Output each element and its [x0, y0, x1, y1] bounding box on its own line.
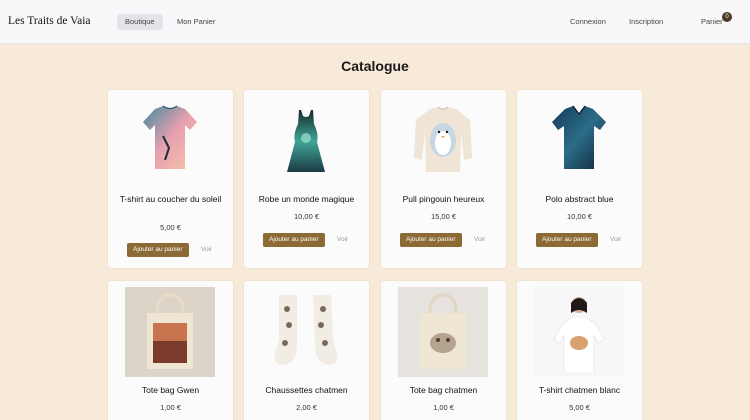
product-name: T-shirt au coucher du soleil: [119, 194, 222, 204]
product-name: Tote bag Gwen: [141, 385, 200, 395]
tote-bag-chatmen-image: [398, 287, 488, 377]
nav-mon-panier[interactable]: Mon Panier: [177, 14, 215, 30]
product-name: Robe un monde magique: [258, 194, 355, 204]
penguin-sweater-image: [414, 106, 472, 172]
product-card[interactable]: Tote bag Gwen 1,00 €: [108, 281, 233, 420]
product-name: Polo abstract blue: [545, 194, 614, 204]
add-to-cart-button[interactable]: Ajouter au panier: [536, 233, 598, 247]
nav-boutique[interactable]: Boutique: [117, 14, 163, 30]
add-to-cart-button[interactable]: Ajouter au panier: [263, 233, 325, 247]
brand-logo[interactable]: Les Traits de Vaia: [8, 15, 91, 27]
product-name: Tote bag chatmen: [409, 385, 478, 395]
product-price: 5,00 €: [569, 403, 590, 412]
product-price: 10,00 €: [566, 212, 593, 221]
product-price: 2,00 €: [296, 403, 317, 412]
socks-chatmen-image: [274, 295, 338, 365]
dress-magic-world-image: [287, 110, 325, 172]
product-card[interactable]: Pull pingouin heureux 15,00 € Ajouter au…: [381, 90, 506, 268]
tshirt-chatmen-white-image: [534, 287, 624, 377]
product-name: Chaussettes chatmen: [265, 385, 348, 395]
product-name: Pull pingouin heureux: [402, 194, 485, 204]
add-to-cart-button[interactable]: Ajouter au panier: [127, 243, 189, 257]
nav-panier[interactable]: Panier: [701, 14, 723, 30]
polo-abstract-blue-image: [552, 105, 606, 169]
product-card[interactable]: Robe un monde magique 10,00 € Ajouter au…: [244, 90, 369, 268]
cart-count-badge: 0: [722, 12, 732, 22]
product-price: 10,00 €: [293, 212, 320, 221]
product-name: T-shirt chatmen blanc: [538, 385, 621, 395]
top-navbar: Les Traits de Vaia Boutique Mon Panier C…: [0, 0, 750, 44]
view-product-link[interactable]: Voir: [337, 233, 348, 247]
tshirt-sunset-image: [143, 105, 197, 169]
view-product-link[interactable]: Voir: [474, 233, 485, 247]
add-to-cart-button[interactable]: Ajouter au panier: [400, 233, 462, 247]
view-product-link[interactable]: Voir: [201, 243, 212, 257]
product-price: 15,00 €: [430, 212, 457, 221]
product-price: 5,00 €: [160, 223, 181, 232]
product-card[interactable]: Polo abstract blue 10,00 € Ajouter au pa…: [517, 90, 642, 268]
tote-bag-gwen-image: [125, 287, 215, 377]
view-product-link[interactable]: Voir: [610, 233, 621, 247]
product-card[interactable]: Chaussettes chatmen 2,00 €: [244, 281, 369, 420]
product-card[interactable]: T-shirt au coucher du soleil 5,00 € Ajou…: [108, 90, 233, 268]
product-price: 1,00 €: [433, 403, 454, 412]
nav-inscription[interactable]: Inscription: [629, 14, 663, 30]
product-card[interactable]: T-shirt chatmen blanc 5,00 €: [517, 281, 642, 420]
page-title: Catalogue: [341, 58, 409, 74]
nav-connexion[interactable]: Connexion: [570, 14, 606, 30]
product-price: 1,00 €: [160, 403, 181, 412]
product-card[interactable]: Tote bag chatmen 1,00 €: [381, 281, 506, 420]
